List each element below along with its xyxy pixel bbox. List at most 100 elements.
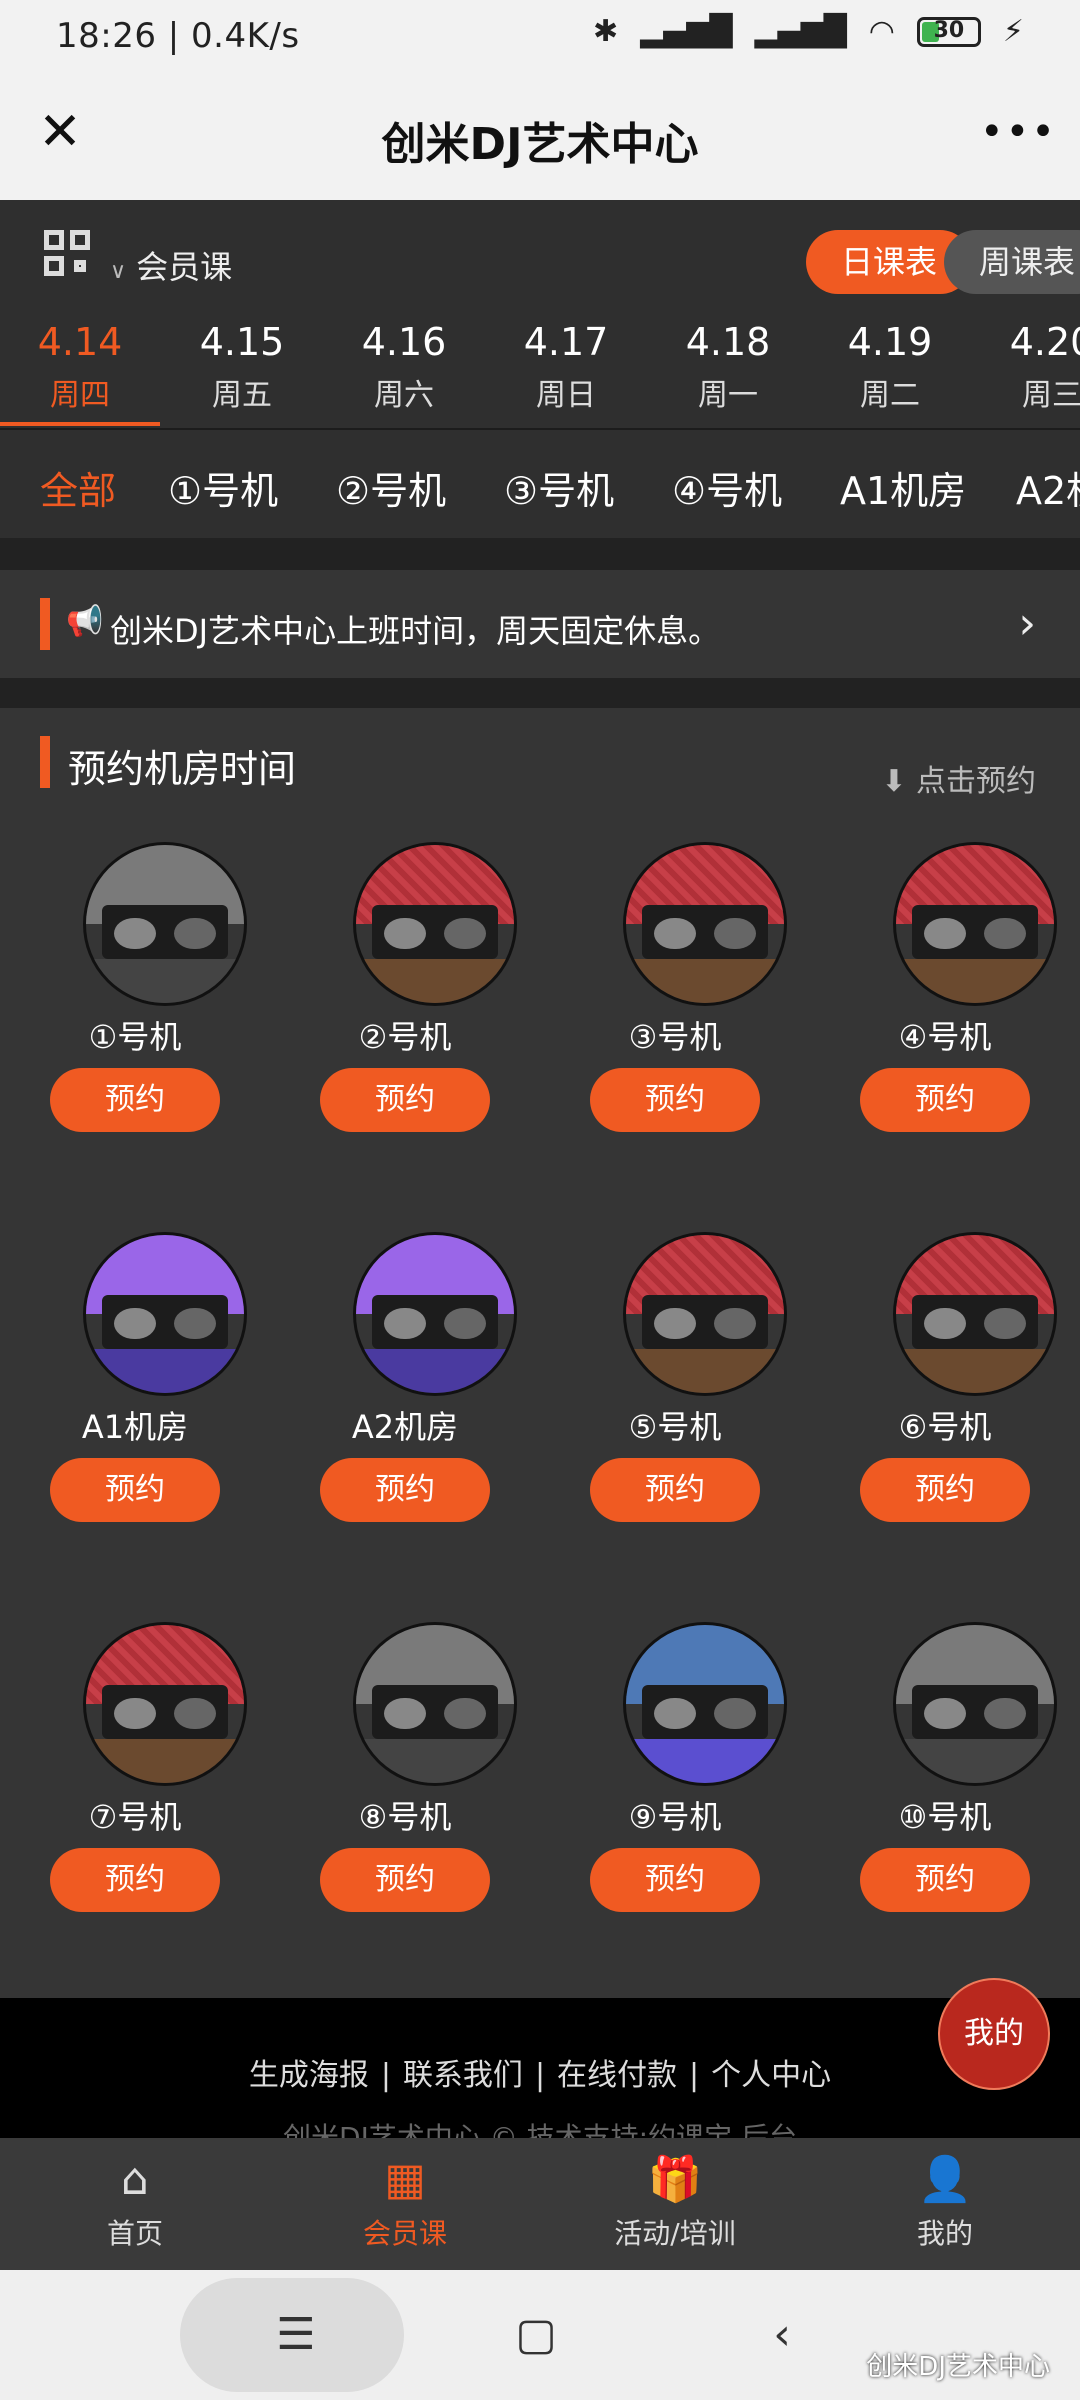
footer-link-profile[interactable]: 个人中心 — [711, 2058, 831, 2093]
chevron-right-icon: › — [1018, 598, 1036, 649]
category-label: 会员课 — [136, 248, 233, 286]
machine-name: ⑨号机 — [628, 1798, 722, 1836]
tab-member-class[interactable]: ▦ 会员课 — [270, 2152, 540, 2252]
tab-room-a1[interactable]: A1机房 — [840, 460, 966, 515]
signal-icon: ▂▄▆█ — [640, 14, 733, 49]
date-item[interactable]: 4.18 周一 — [653, 320, 803, 414]
watermark: 创米DJ艺术中心 — [866, 2352, 1050, 2382]
weekday-label: 周一 — [698, 378, 758, 413]
machine-name: A2机房 — [351, 1408, 459, 1446]
more-icon[interactable]: ••• — [980, 102, 1055, 162]
calendar-grid-icon: ▦ — [384, 2154, 426, 2205]
tab-all[interactable]: 全部 — [40, 460, 116, 515]
tab-label: 活动/培训 — [614, 2217, 736, 2250]
book-button[interactable]: 预约 — [50, 1458, 220, 1522]
megaphone-icon: 📢 — [66, 604, 104, 639]
date-item[interactable]: 4.15 周五 — [167, 320, 317, 414]
status-time: 18:26 | 0.4K/s — [56, 16, 300, 56]
machine-card: ③号机 预约 — [540, 842, 810, 1202]
weekday-label: 周日 — [536, 378, 596, 413]
date-label: 4.20 — [1009, 320, 1080, 364]
footer-link-payment[interactable]: 在线付款 — [557, 2058, 677, 2093]
book-button[interactable]: 预约 — [860, 1068, 1030, 1132]
date-label: 4.18 — [685, 320, 771, 364]
tab-mine[interactable]: 👤 我的 — [810, 2152, 1080, 2252]
weekday-label: 周六 — [374, 378, 434, 413]
date-label: 4.19 — [847, 320, 933, 364]
category-select[interactable]: ∨ 会员课 — [110, 242, 232, 288]
wifi-icon: ◠ — [868, 14, 895, 49]
booking-section: 预约机房时间 ⬇ 点击预约 ①号机 预约 ②号机 预约 ③号机 预约 ④号机 预… — [0, 708, 1080, 1998]
weekday-label: 周四 — [50, 378, 110, 413]
machine-name: ⑦号机 — [88, 1798, 182, 1836]
machine-name: ②号机 — [358, 1018, 452, 1056]
machine-card: ⑧号机 预约 — [270, 1622, 540, 1982]
date-item[interactable]: 4.20 周三 — [977, 320, 1080, 414]
booking-hint[interactable]: ⬇ 点击预约 — [881, 756, 1036, 800]
machine-photo — [623, 1622, 787, 1786]
divider — [0, 538, 1080, 570]
accent-bar — [40, 598, 50, 650]
chevron-down-icon: ∨ — [110, 259, 127, 284]
tab-machine-4[interactable]: ④号机 — [672, 460, 782, 515]
book-button[interactable]: 预约 — [50, 1068, 220, 1132]
notice-text: 创米DJ艺术中心上班时间，周天固定休息。 — [110, 612, 721, 650]
machine-card: ⑨号机 预约 — [540, 1622, 810, 1982]
machine-card: ⑩号机 预约 — [810, 1622, 1080, 1982]
machine-photo — [353, 1232, 517, 1396]
book-button[interactable]: 预约 — [860, 1848, 1030, 1912]
date-label: 4.14 — [37, 320, 123, 364]
date-item[interactable]: 4.14 周四 — [5, 320, 155, 414]
tab-room-a2[interactable]: A2机房 — [1016, 460, 1080, 515]
battery-icon: 30 — [916, 16, 981, 47]
my-floating-button[interactable]: 我的 — [938, 1978, 1050, 2090]
machine-card: ②号机 预约 — [270, 842, 540, 1202]
book-button[interactable]: 预约 — [320, 1458, 490, 1522]
accent-bar — [40, 736, 50, 788]
page-title: 创米DJ艺术中心 — [381, 119, 699, 170]
footer-link-poster[interactable]: 生成海报 — [249, 2058, 369, 2093]
tab-machine-3[interactable]: ③号机 — [504, 460, 614, 515]
machine-card: ⑦号机 预约 — [0, 1622, 270, 1982]
date-item[interactable]: 4.16 周六 — [329, 320, 479, 414]
machine-photo — [893, 1622, 1057, 1786]
back-icon[interactable]: ‹ — [742, 2300, 822, 2370]
tab-machine-1[interactable]: ①号机 — [168, 460, 278, 515]
tab-activities[interactable]: 🎁 活动/培训 — [540, 2152, 810, 2252]
machine-card: ⑥号机 预约 — [810, 1232, 1080, 1592]
home-icon: ⌂ — [121, 2154, 149, 2205]
machine-photo — [623, 842, 787, 1006]
date-label: 4.17 — [523, 320, 609, 364]
qr-code-icon[interactable] — [44, 230, 90, 276]
status-icons: ✱ ▂▄▆█ ▂▄▆█ ◠ 30 ⚡ — [593, 14, 1024, 49]
machine-name: ⑤号机 — [628, 1408, 722, 1446]
footer-link-contact[interactable]: 联系我们 — [403, 2058, 523, 2093]
date-item[interactable]: 4.19 周二 — [815, 320, 965, 414]
room-tabs: 全部 ①号机 ②号机 ③号机 ④号机 A1机房 A2机房 — [0, 428, 1080, 540]
tab-machine-2[interactable]: ②号机 — [336, 460, 446, 515]
gift-icon: 🎁 — [647, 2154, 703, 2205]
weekday-label: 周三 — [1022, 378, 1080, 413]
book-button[interactable]: 预约 — [320, 1068, 490, 1132]
book-button[interactable]: 预约 — [320, 1848, 490, 1912]
machine-card: A2机房 预约 — [270, 1232, 540, 1592]
book-button[interactable]: 预约 — [860, 1458, 1030, 1522]
footer-links: 生成海报 | 联系我们 | 在线付款 | 个人中心 — [248, 2058, 832, 2093]
tab-home[interactable]: ⌂ 首页 — [0, 2152, 270, 2252]
date-item[interactable]: 4.17 周日 — [491, 320, 641, 414]
tab-label: 首页 — [106, 2217, 163, 2250]
tab-label: 我的 — [916, 2217, 973, 2250]
book-button[interactable]: 预约 — [50, 1848, 220, 1912]
date-label: 4.15 — [199, 320, 285, 364]
home-square-icon[interactable]: ▢ — [496, 2300, 576, 2370]
week-schedule-button[interactable]: 周课表 — [944, 230, 1080, 294]
menu-icon[interactable]: ☰ — [256, 2300, 336, 2370]
book-button[interactable]: 预约 — [590, 1068, 760, 1132]
weekday-label: 周二 — [860, 378, 920, 413]
book-button[interactable]: 预约 — [590, 1848, 760, 1912]
book-button[interactable]: 预约 — [590, 1458, 760, 1522]
machine-photo — [83, 1622, 247, 1786]
notice-banner[interactable]: 📢 创米DJ艺术中心上班时间，周天固定休息。 › — [0, 570, 1080, 678]
machine-photo — [893, 842, 1057, 1006]
weekday-label: 周五 — [212, 378, 272, 413]
